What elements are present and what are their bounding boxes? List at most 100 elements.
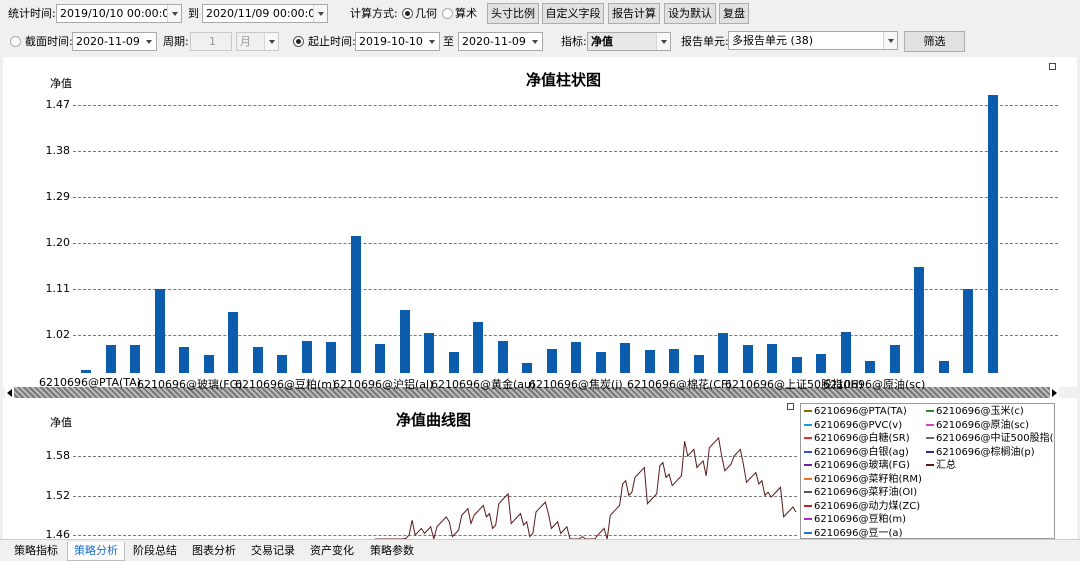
bar-gridline [73,288,1058,290]
legend-item[interactable]: 6210696@玉米(c) [926,406,1024,418]
bar [693,354,704,373]
legend-item[interactable]: 6210696@菜籽粕(RM) [804,474,922,486]
bar [889,344,900,373]
bar [987,94,998,373]
bottom-tab[interactable]: 资产变化 [304,542,360,561]
legend-label: 6210696@中证500股指(IC) [936,433,1055,444]
arithmetic-radio[interactable] [442,8,453,19]
legend-label: 6210696@豆粕(m) [814,514,907,525]
legend-item[interactable]: 6210696@白银(ag) [804,447,909,459]
range-start-picker[interactable]: 2019-10-10 [355,32,440,51]
bar [301,340,312,373]
bar-y-tick-label: 1.29 [45,189,71,203]
bar-x-tick-label: 6210696@焦炭(j) [529,378,623,391]
legend-swatch [804,423,812,426]
range-time-radio[interactable] [293,36,304,47]
filter-row: 截面时间: 2020-11-09 周期: 1 月 起止时间: 2019-10-1… [0,27,1080,56]
legend-item[interactable]: 6210696@白糖(SR) [804,433,910,445]
arithmetic-label: 算术 [455,7,477,20]
indicator-select[interactable]: 净值 [587,32,671,51]
bottom-tab[interactable]: 图表分析 [186,542,242,561]
bar [522,362,532,373]
chevron-down-icon[interactable] [313,5,327,22]
range-end-value: 2020-11-09 [462,35,526,48]
bar [767,344,777,373]
bar [473,321,483,373]
chevron-down-icon[interactable] [167,5,181,22]
report-calc-button[interactable]: 报告计算 [608,3,660,24]
bar [742,344,753,373]
bar-chart-maximize-icon[interactable] [1049,63,1056,70]
legend-swatch [926,410,934,412]
bar [350,236,361,373]
chevron-down-icon[interactable] [656,33,670,50]
bar [130,344,140,373]
bottom-tab[interactable]: 策略参数 [364,542,420,561]
end-datetime-picker[interactable]: 2020/11/09 00:00:00 [202,4,328,23]
filter-button[interactable]: 筛选 [904,31,965,52]
legend-swatch [804,464,812,466]
bar-x-tick-label: 6210696@原油(sc) [823,378,926,391]
replay-button[interactable]: 复盘 [719,3,749,24]
scroll-right-icon[interactable] [1050,387,1059,398]
chevron-down-icon[interactable] [142,33,156,50]
bar [963,288,973,373]
legend-item[interactable]: 6210696@棕榈油(p) [926,447,1035,459]
bar [669,348,679,373]
line-chart-ylabel: 净值 [50,416,72,429]
period-stepper[interactable]: 1 [190,32,232,51]
set-default-button[interactable]: 设为默认 [664,3,716,24]
bar-y-tick-label: 1.02 [45,327,71,341]
legend-label: 6210696@PTA(TA) [814,406,907,417]
legend-item[interactable]: 6210696@动力煤(ZC) [804,501,920,513]
legend-item[interactable]: 6210696@PVC(v) [804,420,902,432]
bar [277,355,287,373]
legend-item[interactable]: 6210696@豆一(a) [804,527,903,539]
chevron-down-icon[interactable] [264,33,278,50]
legend-item[interactable]: 6210696@玻璃(FG) [804,460,910,472]
geometric-label: 几何 [415,7,437,20]
bar [252,346,263,373]
snapshot-time-label: 截面时间: [25,35,73,48]
bottom-tab[interactable]: 策略分析 [67,542,125,561]
report-unit-value: 多报告单元 (38) [732,34,814,47]
bar [399,309,410,373]
custom-field-button[interactable]: 自定义字段 [542,3,604,24]
report-unit-select[interactable]: 多报告单元 (38) [728,31,898,50]
legend-item[interactable]: 6210696@豆粕(m) [804,514,906,526]
legend-item[interactable]: 6210696@中证500股指(IC) [926,433,1055,445]
chevron-down-icon[interactable] [528,33,542,50]
bar-y-tick-label: 1.20 [45,235,71,249]
line-chart-maximize-icon[interactable] [787,403,794,410]
position-ratio-button[interactable]: 头寸比例 [487,3,539,24]
legend-item[interactable]: 6210696@原油(sc) [926,420,1029,432]
period-unit-value: 月 [240,35,251,48]
legend-item[interactable]: 6210696@菜籽油(OI) [804,487,917,499]
legend-item[interactable]: 汇总 [926,460,956,472]
start-datetime-picker[interactable]: 2019/10/10 00:00:00 [56,4,182,23]
bar [718,333,728,373]
bar [620,342,630,373]
chevron-down-icon[interactable] [883,32,897,49]
bottom-tab[interactable]: 策略指标 [8,542,64,561]
bottom-tab[interactable]: 阶段总结 [127,542,183,561]
legend-swatch [926,423,934,426]
legend-swatch [804,410,812,412]
toolbar-row: 统计时间: 2019/10/10 00:00:00 到 2020/11/09 0… [0,0,1080,27]
bar [228,311,238,373]
scroll-left-icon[interactable] [5,387,14,398]
bar-x-tick-label: 6210696@沪铝(al) [333,378,434,391]
geometric-radio[interactable] [402,8,413,19]
bar-x-tick-label: 6210696@玻璃(FG) [137,378,243,391]
bar [816,354,826,373]
snapshot-date-picker[interactable]: 2020-11-09 [72,32,157,51]
period-unit-select[interactable]: 月 [236,32,279,51]
legend-item[interactable]: 6210696@PTA(TA) [804,406,907,418]
range-end-picker[interactable]: 2020-11-09 [458,32,543,51]
snapshot-time-radio[interactable] [10,36,21,47]
bar [546,348,557,373]
bar-chart-ylabel: 净值 [50,77,72,90]
legend-label: 6210696@豆一(a) [814,527,903,539]
chevron-down-icon[interactable] [425,33,439,50]
bottom-tab[interactable]: 交易记录 [245,542,301,561]
